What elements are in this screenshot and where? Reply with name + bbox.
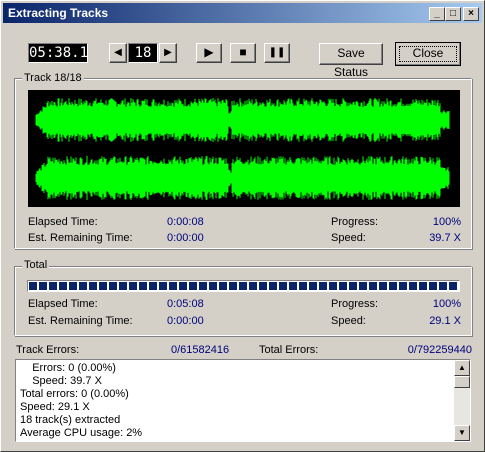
previous-track-button[interactable]: ◀ (109, 43, 127, 63)
total-progress-bar (27, 280, 460, 292)
scroll-up-button[interactable]: ▲ (454, 360, 470, 376)
progress-block (269, 282, 277, 290)
progress-block (239, 282, 247, 290)
progress-block (59, 282, 67, 290)
close-button[interactable]: Close (395, 42, 461, 66)
progress-block (279, 282, 287, 290)
progress-block (109, 282, 117, 290)
progress-blocks (29, 282, 457, 290)
total-errors-label: Total Errors: (259, 344, 319, 356)
progress-block (259, 282, 267, 290)
log-textbox[interactable]: Errors: 0 (0.00%) Speed: 39.7 X Total er… (15, 359, 471, 442)
log-line: Total errors: 0 (0.00%) (20, 388, 129, 400)
progress-block (249, 282, 257, 290)
close-window-button[interactable]: × (463, 7, 479, 21)
time-display: 05:38.1 (28, 43, 89, 63)
progress-block (339, 282, 347, 290)
total-remaining-value: 0:00:00 (167, 315, 204, 327)
progress-block (29, 282, 37, 290)
log-line: Errors: 0 (0.00%) (20, 362, 116, 374)
progress-block (409, 282, 417, 290)
next-track-button[interactable]: ▶ (159, 43, 177, 63)
progress-block (39, 282, 47, 290)
scroll-thumb[interactable] (454, 376, 470, 388)
progress-block (329, 282, 337, 290)
waveform-svg (35, 98, 450, 200)
track-remaining-label: Est. Remaining Time: (28, 232, 133, 244)
progress-block (189, 282, 197, 290)
progress-block (349, 282, 357, 290)
total-elapsed-label: Elapsed Time: (28, 298, 98, 310)
progress-block (429, 282, 437, 290)
waveform-display (28, 90, 460, 207)
progress-block (229, 282, 237, 290)
progress-block (49, 282, 57, 290)
progress-block (389, 282, 397, 290)
progress-block (169, 282, 177, 290)
total-speed-label: Speed: (331, 315, 366, 327)
title-bar[interactable]: Extracting Tracks _ □ × (3, 3, 482, 23)
progress-block (319, 282, 327, 290)
progress-block (359, 282, 367, 290)
progress-block (209, 282, 217, 290)
track-errors-label: Track Errors: (16, 344, 80, 356)
total-remaining-label: Est. Remaining Time: (28, 315, 133, 327)
save-status-button[interactable]: Save Status (319, 43, 383, 79)
progress-block (419, 282, 427, 290)
window-title: Extracting Tracks (8, 6, 109, 20)
progress-block (399, 282, 407, 290)
track-remaining-value: 0:00:00 (167, 232, 204, 244)
play-button[interactable]: ▶ (196, 43, 222, 63)
progress-block (159, 282, 167, 290)
progress-block (179, 282, 187, 290)
progress-block (149, 282, 157, 290)
progress-block (289, 282, 297, 290)
progress-block (199, 282, 207, 290)
progress-block (439, 282, 447, 290)
progress-block (129, 282, 137, 290)
progress-block (79, 282, 87, 290)
log-scrollbar[interactable]: ▲ ▼ (454, 360, 470, 441)
progress-block (99, 282, 107, 290)
log-line: Speed: 29.1 X (20, 401, 90, 413)
track-number-display: 18 (128, 43, 158, 63)
total-group-label: Total (22, 259, 50, 271)
progress-block (69, 282, 77, 290)
total-progress-value: 100% (432, 298, 461, 310)
total-progress-label: Progress: (331, 298, 379, 310)
scroll-down-button[interactable]: ▼ (454, 425, 470, 441)
log-line: Speed: 39.7 X (20, 375, 102, 387)
progress-block (299, 282, 307, 290)
progress-block (219, 282, 227, 290)
progress-block (89, 282, 97, 290)
total-elapsed-value: 0:05:08 (167, 298, 204, 310)
extracting-tracks-window: Extracting Tracks _ □ × 05:38.1 ◀ 18 ▶ ▶… (0, 0, 485, 452)
progress-block (379, 282, 387, 290)
stop-button[interactable]: ■ (230, 43, 256, 63)
pause-button[interactable]: ❚❚ (264, 43, 290, 63)
progress-block (449, 282, 457, 290)
progress-block (369, 282, 377, 290)
waveform-right-channel (35, 156, 450, 200)
total-speed-value: 29.1 X (429, 315, 461, 327)
track-progress-label: Progress: (331, 216, 379, 228)
minimize-button[interactable]: _ (429, 7, 445, 21)
track-progress-value: 100% (432, 216, 461, 228)
total-errors-value: 0/792259440 (407, 344, 472, 356)
track-errors-value: 0/61582416 (171, 344, 230, 356)
track-speed-label: Speed: (331, 232, 366, 244)
progress-block (119, 282, 127, 290)
track-group-label: Track 18/18 (22, 72, 84, 84)
track-elapsed-label: Elapsed Time: (28, 216, 98, 228)
progress-block (309, 282, 317, 290)
track-speed-value: 39.7 X (429, 232, 461, 244)
log-line: 18 track(s) extracted (20, 414, 121, 426)
progress-block (139, 282, 147, 290)
log-line: Average CPU usage: 2% (20, 427, 143, 439)
maximize-button[interactable]: □ (445, 7, 461, 21)
waveform-left-channel (35, 98, 450, 142)
track-elapsed-value: 0:00:08 (167, 216, 204, 228)
